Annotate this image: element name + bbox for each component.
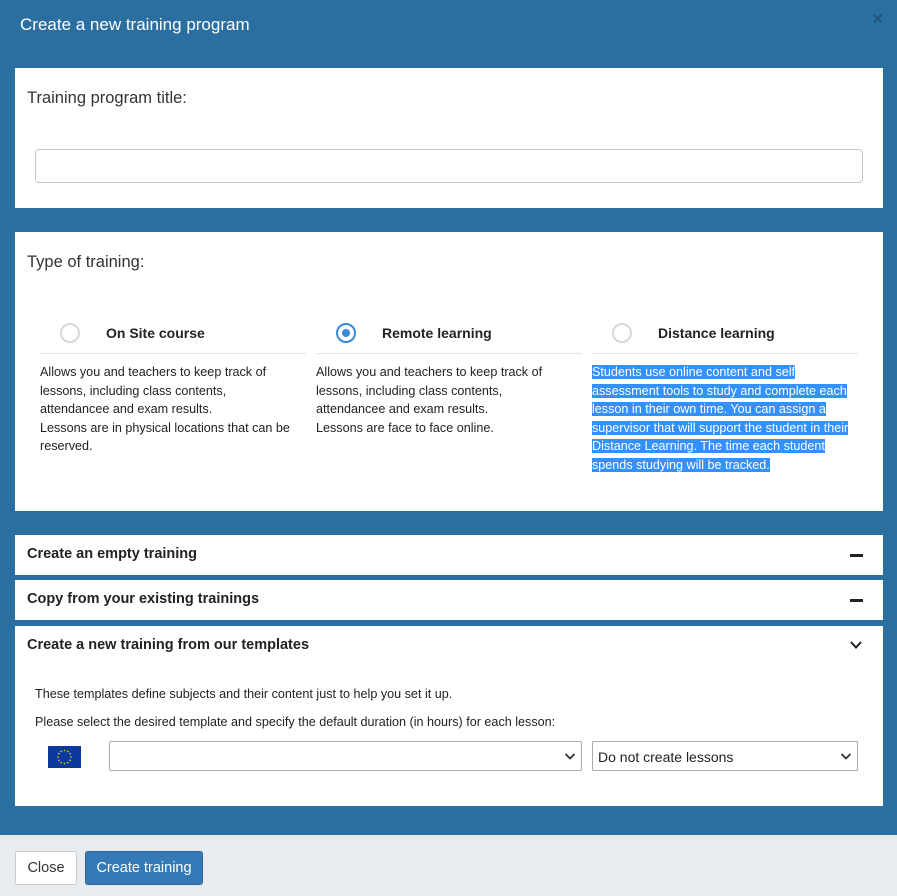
radio-remote[interactable] (336, 323, 356, 343)
option-onsite-label: On Site course (106, 325, 205, 341)
option-onsite[interactable]: On Site course (40, 320, 306, 354)
accordion-copy-training[interactable]: Copy from your existing trainings (15, 580, 883, 620)
accordion-templates-label: Create a new training from our templates (27, 637, 310, 653)
chevron-down-icon (850, 641, 862, 649)
accordion-copy-label: Copy from your existing trainings (27, 591, 260, 607)
eu-flag-icon (48, 746, 81, 768)
radio-onsite[interactable] (60, 323, 80, 343)
modal-footer: Close Create training (0, 835, 897, 896)
lesson-duration-select[interactable]: Do not create lessons (592, 741, 858, 771)
lesson-duration-value: Do not create lessons (598, 749, 734, 765)
modal-title: Create a new training program (20, 15, 250, 34)
training-type-label: Type of training: (27, 253, 145, 271)
modal-header: Create a new training program ✕ (0, 0, 897, 52)
chevron-down-icon (840, 753, 852, 760)
minus-icon (850, 554, 863, 557)
training-title-label: Training program title: (27, 89, 187, 107)
minus-icon (850, 599, 863, 602)
option-distance-description: Students use online content and self ass… (592, 365, 849, 472)
templates-instruction-text: Please select the desired template and s… (35, 715, 556, 729)
accordion-templates[interactable]: Create a new training from our templates (15, 626, 883, 666)
option-distance-label: Distance learning (658, 325, 775, 341)
option-onsite-description: Allows you and teachers to keep track of… (40, 365, 290, 454)
accordion-empty-training[interactable]: Create an empty training (15, 535, 883, 575)
chevron-down-icon (564, 753, 576, 760)
radio-distance[interactable] (612, 323, 632, 343)
option-remote[interactable]: Remote learning (316, 320, 582, 354)
close-button[interactable]: Close (15, 851, 77, 885)
training-title-input[interactable] (35, 149, 863, 183)
create-training-button[interactable]: Create training (85, 851, 203, 885)
option-remote-label: Remote learning (382, 325, 492, 341)
option-distance[interactable]: Distance learning (592, 320, 858, 354)
accordion-empty-label: Create an empty training (27, 546, 198, 562)
option-remote-description: Allows you and teachers to keep track of… (316, 365, 543, 435)
close-icon[interactable]: ✕ (871, 12, 884, 27)
template-select[interactable] (109, 741, 582, 771)
templates-info-text: These templates define subjects and thei… (35, 687, 453, 701)
